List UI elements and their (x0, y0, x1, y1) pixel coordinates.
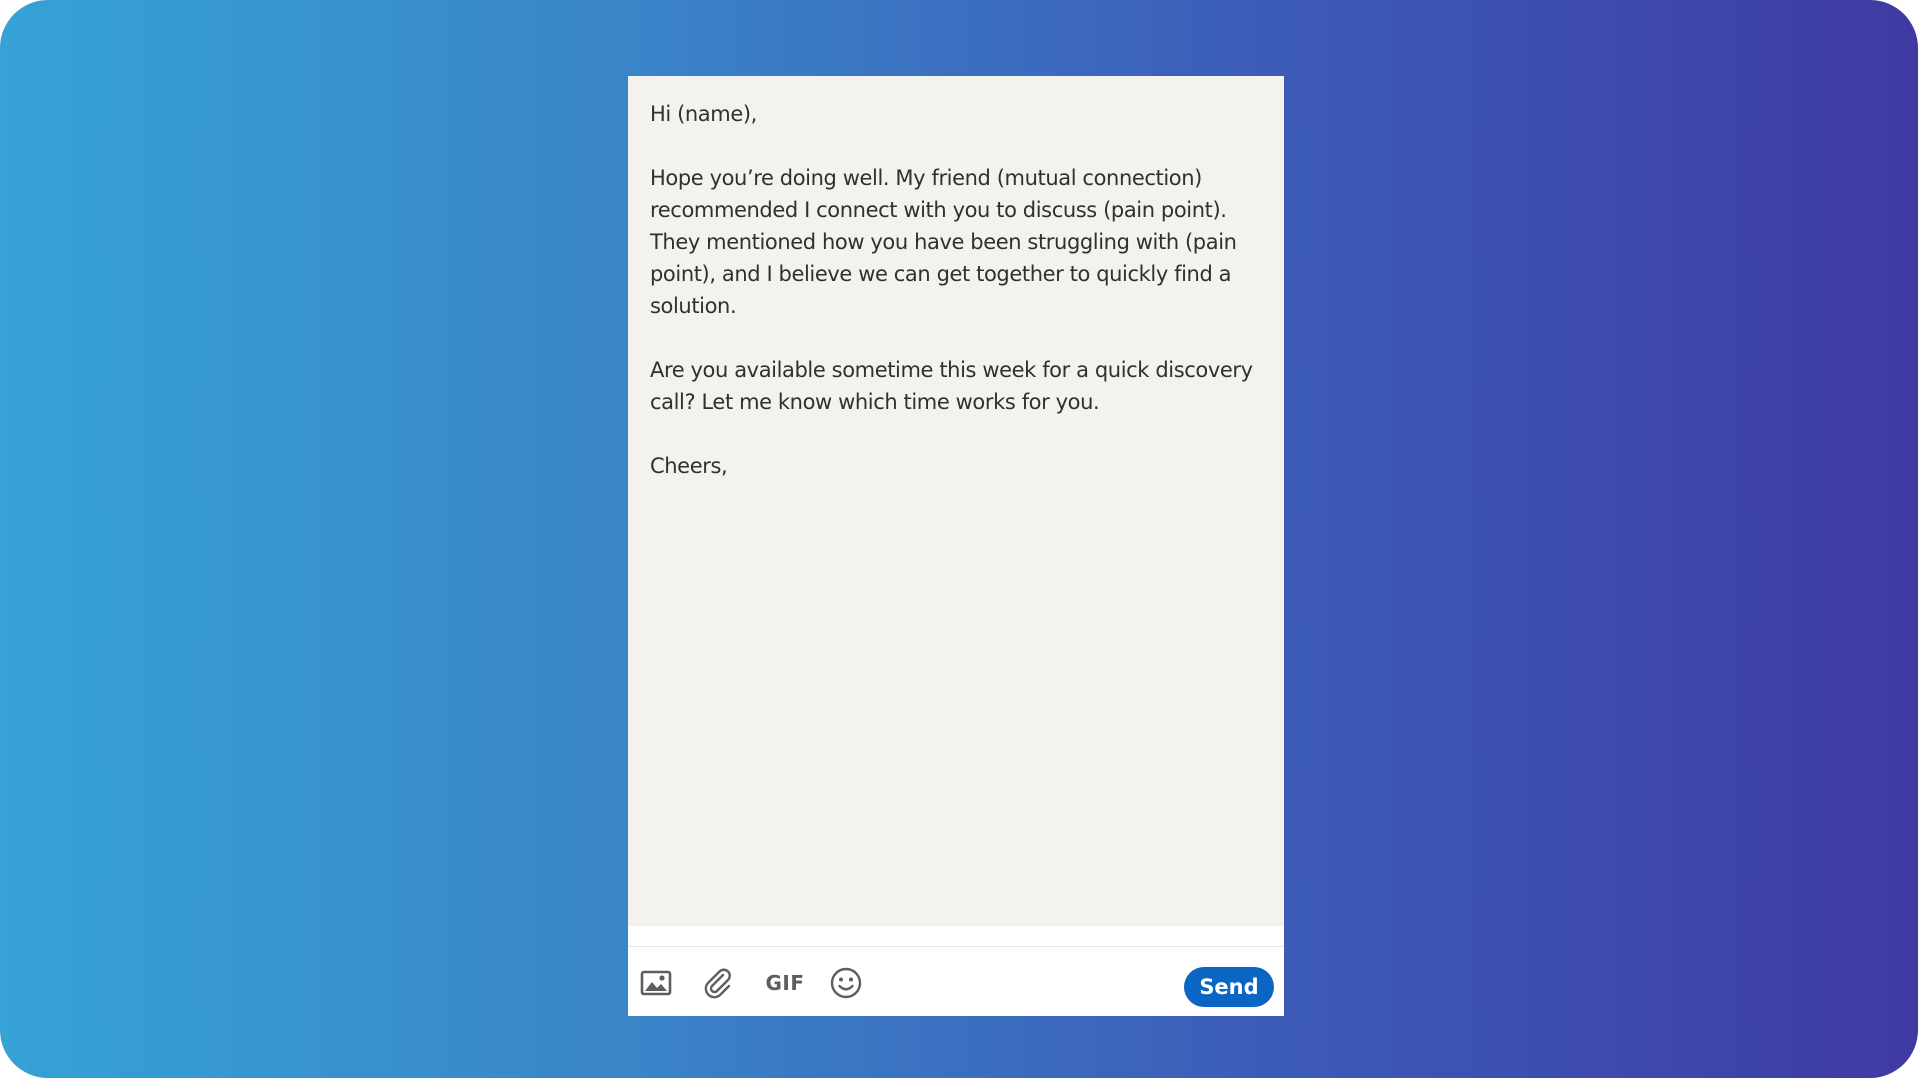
gif-icon: GIF (765, 971, 805, 995)
emoji-icon (829, 966, 863, 1000)
image-icon (640, 969, 672, 997)
compose-toolbar: GIF Send (628, 946, 1284, 1016)
message-signoff: Cheers, (650, 454, 728, 478)
emoji-button[interactable] (826, 963, 866, 1003)
message-paragraph-2: Are you available sometime this week for… (650, 358, 1259, 414)
message-body-textarea[interactable]: Hi (name), Hope you’re doing well. My fr… (628, 76, 1284, 926)
gradient-background: Hi (name), Hope you’re doing well. My fr… (0, 0, 1918, 1078)
gif-button[interactable]: GIF (760, 963, 810, 1003)
paperclip-icon (701, 966, 735, 1000)
send-button[interactable]: Send (1184, 967, 1274, 1007)
message-greeting: Hi (name), (650, 102, 757, 126)
message-compose-box: Hi (name), Hope you’re doing well. My fr… (628, 76, 1284, 1016)
message-paragraph-1: Hope you’re doing well. My friend (mutua… (650, 166, 1243, 318)
attach-file-button[interactable] (698, 963, 738, 1003)
attach-image-button[interactable] (636, 963, 676, 1003)
